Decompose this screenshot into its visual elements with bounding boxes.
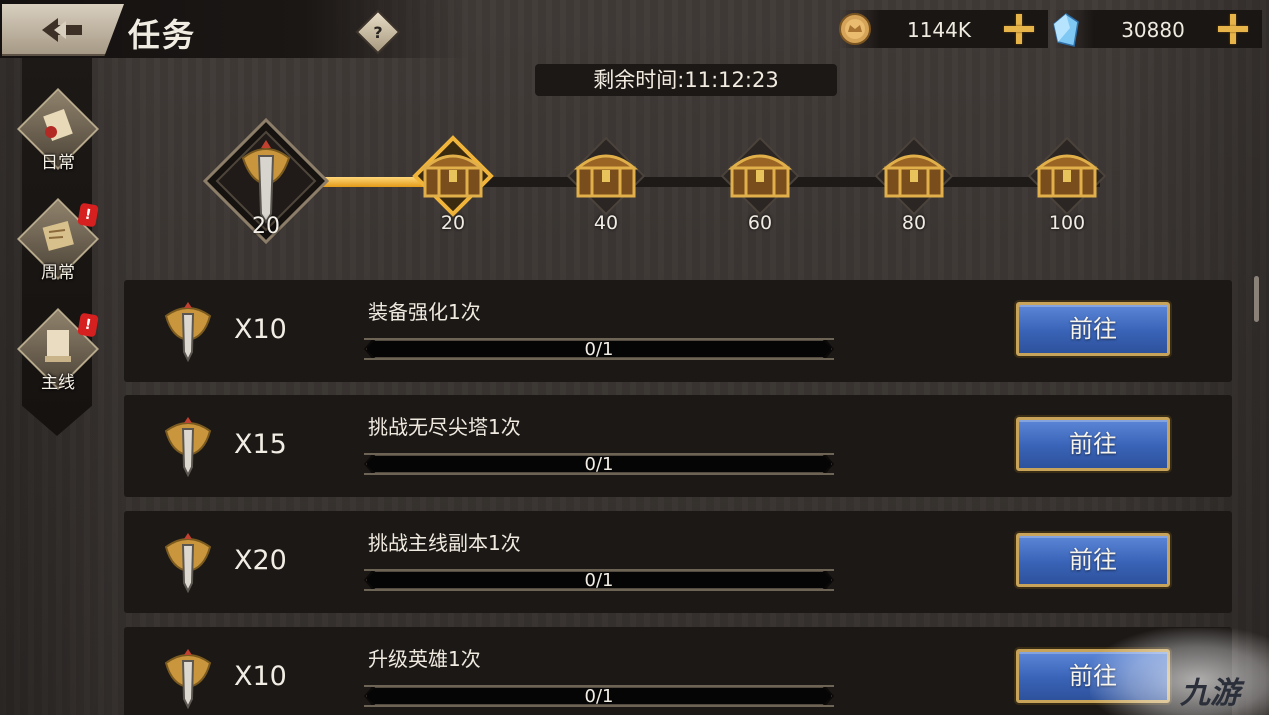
reward-amount: X10: [234, 661, 287, 692]
watermark-logo: 九游: [1180, 676, 1240, 711]
milestone-chest[interactable]: 60: [718, 134, 802, 234]
back-arrow-icon: [42, 18, 82, 42]
current-points: 20: [252, 214, 280, 239]
tab-main[interactable]: ! 主线: [15, 307, 101, 398]
task-name: 装备强化1次: [368, 300, 481, 324]
gem-icon: [1053, 13, 1079, 47]
task-name: 升级英雄1次: [368, 647, 481, 671]
tab-label: 周常: [41, 263, 75, 283]
treasure-chest-icon: [412, 135, 494, 217]
add-gem-button[interactable]: [1216, 12, 1250, 46]
gold-currency: 1144K: [838, 10, 1048, 48]
task-progress-text: 0/1: [584, 339, 614, 360]
milestone-chest[interactable]: 100: [1025, 134, 1109, 234]
activity-point-icon: [164, 533, 212, 593]
milestone-chest[interactable]: 20: [411, 134, 495, 234]
alert-badge: !: [77, 312, 99, 338]
gold-coin-icon: [839, 13, 871, 45]
treasure-chest-icon: [874, 136, 954, 216]
treasure-chest-icon: [720, 136, 800, 216]
back-button[interactable]: [2, 4, 124, 56]
parchment-icon: [45, 330, 71, 362]
reward-amount: X10: [234, 314, 287, 345]
milestone-points: 80: [901, 212, 927, 234]
task-progress-text: 0/1: [584, 454, 614, 475]
milestone-chest[interactable]: 80: [872, 134, 956, 234]
milestone-points: 60: [747, 212, 773, 234]
task-progress-text: 0/1: [584, 570, 614, 591]
task-list-scrollbar[interactable]: [1254, 276, 1259, 322]
scroll-icon: [43, 109, 73, 141]
tab-weekly[interactable]: ! 周常: [15, 197, 101, 288]
reward-amount: X20: [234, 545, 287, 576]
gem-value: 30880: [1121, 18, 1185, 42]
task-row: X10 升级英雄1次 0/1 前往: [124, 627, 1232, 715]
task-row: X20 挑战主线副本1次 0/1 前往: [124, 511, 1232, 613]
activity-point-icon: [164, 302, 212, 362]
remaining-time: 剩余时间:11:12:23: [535, 64, 837, 96]
go-button[interactable]: 前往: [1016, 533, 1170, 587]
task-name: 挑战无尽尖塔1次: [368, 415, 521, 439]
tab-label: 日常: [41, 153, 75, 173]
milestone-points: 40: [593, 212, 619, 234]
question-icon: ?: [373, 22, 383, 42]
treasure-chest-icon: [1027, 136, 1107, 216]
gold-value: 1144K: [906, 18, 971, 42]
reward-amount: X15: [234, 429, 287, 460]
task-row: X15 挑战无尽尖塔1次 0/1 前往: [124, 395, 1232, 497]
task-progress-text: 0/1: [584, 686, 614, 707]
page-title: 任务: [128, 16, 197, 54]
go-button[interactable]: 前往: [1016, 417, 1170, 471]
milestone-points: 20: [440, 212, 466, 234]
treasure-chest-icon: [566, 136, 646, 216]
alert-badge: !: [77, 202, 99, 228]
tab-daily[interactable]: 日常: [15, 87, 101, 178]
go-button[interactable]: 前往: [1016, 302, 1170, 356]
map-icon: [42, 221, 74, 251]
activity-point-icon: [164, 649, 212, 709]
activity-point-icon: [164, 417, 212, 477]
tab-label: 主线: [41, 373, 75, 393]
add-gold-button[interactable]: [1002, 12, 1036, 46]
gem-currency: 30880: [1052, 10, 1262, 48]
milestone-chest[interactable]: 40: [564, 134, 648, 234]
task-name: 挑战主线副本1次: [368, 531, 521, 555]
task-row: X10 装备强化1次 0/1 前往: [124, 280, 1232, 382]
milestone-points: 100: [1048, 212, 1086, 234]
